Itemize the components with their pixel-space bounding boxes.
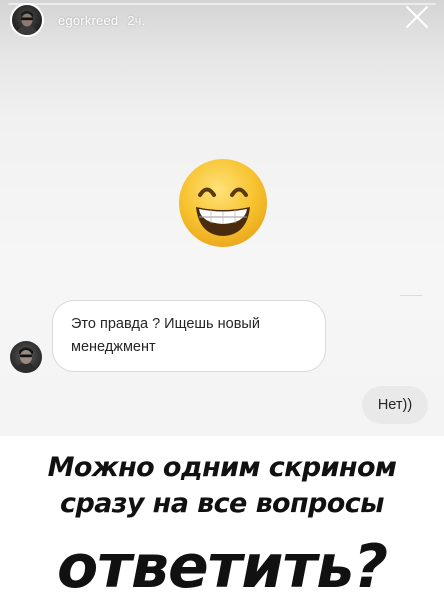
caption-line-2: сразу на все вопросы xyxy=(60,488,385,519)
received-message-bubble: Это правда ? Ищешь новый менеджмент xyxy=(52,300,326,372)
story-timestamp: 2ч. xyxy=(127,12,145,28)
avatar-person-icon xyxy=(14,347,38,373)
divider-line xyxy=(400,295,422,296)
beaming-face-with-smiling-eyes-icon xyxy=(179,159,267,247)
author-username[interactable]: egorkreed xyxy=(58,13,118,28)
meme-caption: Можно одним скрином сразу на все вопросы… xyxy=(0,436,444,615)
close-icon xyxy=(406,6,428,28)
author-avatar[interactable] xyxy=(10,3,44,37)
sent-message-bubble: Нет)) xyxy=(362,386,428,424)
caption-line-1: Можно одним скрином xyxy=(47,452,397,483)
sender-avatar[interactable] xyxy=(10,341,42,373)
close-button[interactable] xyxy=(404,4,430,30)
avatar-person-icon xyxy=(16,11,38,35)
story-view: egorkreed 2ч. Это правда ? Ищешь новый м… xyxy=(0,0,444,436)
story-header: egorkreed 2ч. xyxy=(10,3,145,37)
caption-line-3: ответить? xyxy=(57,532,388,602)
